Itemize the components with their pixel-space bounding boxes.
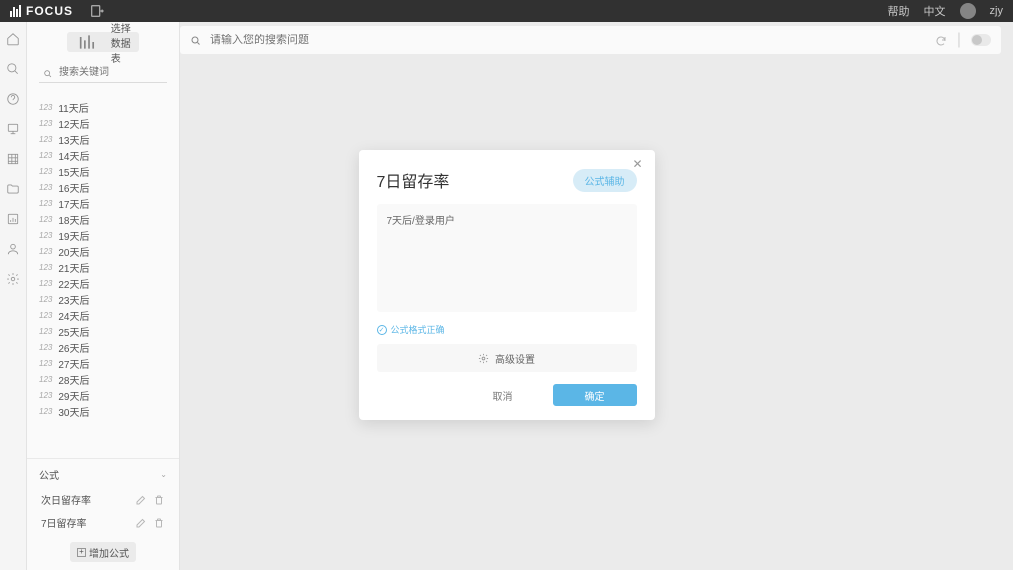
confirm-button[interactable]: 确定 [553,384,637,406]
close-icon[interactable]: ✕ [633,158,645,170]
formula-textarea[interactable] [377,204,637,312]
check-icon: ✓ [377,325,387,335]
gear-icon [478,353,489,364]
advanced-label: 高级设置 [495,351,535,366]
validation-message: ✓ 公式格式正确 [377,323,637,336]
validation-text: 公式格式正确 [391,323,445,336]
modal-overlay: ✕ 7日留存率 公式辅助 ✓ 公式格式正确 高级设置 取消 确定 [0,0,1013,570]
formula-helper-button[interactable]: 公式辅助 [573,169,637,192]
modal-title: 7日留存率 [377,168,450,192]
advanced-settings-button[interactable]: 高级设置 [377,344,637,372]
formula-modal: ✕ 7日留存率 公式辅助 ✓ 公式格式正确 高级设置 取消 确定 [359,150,655,420]
cancel-button[interactable]: 取消 [461,384,545,406]
